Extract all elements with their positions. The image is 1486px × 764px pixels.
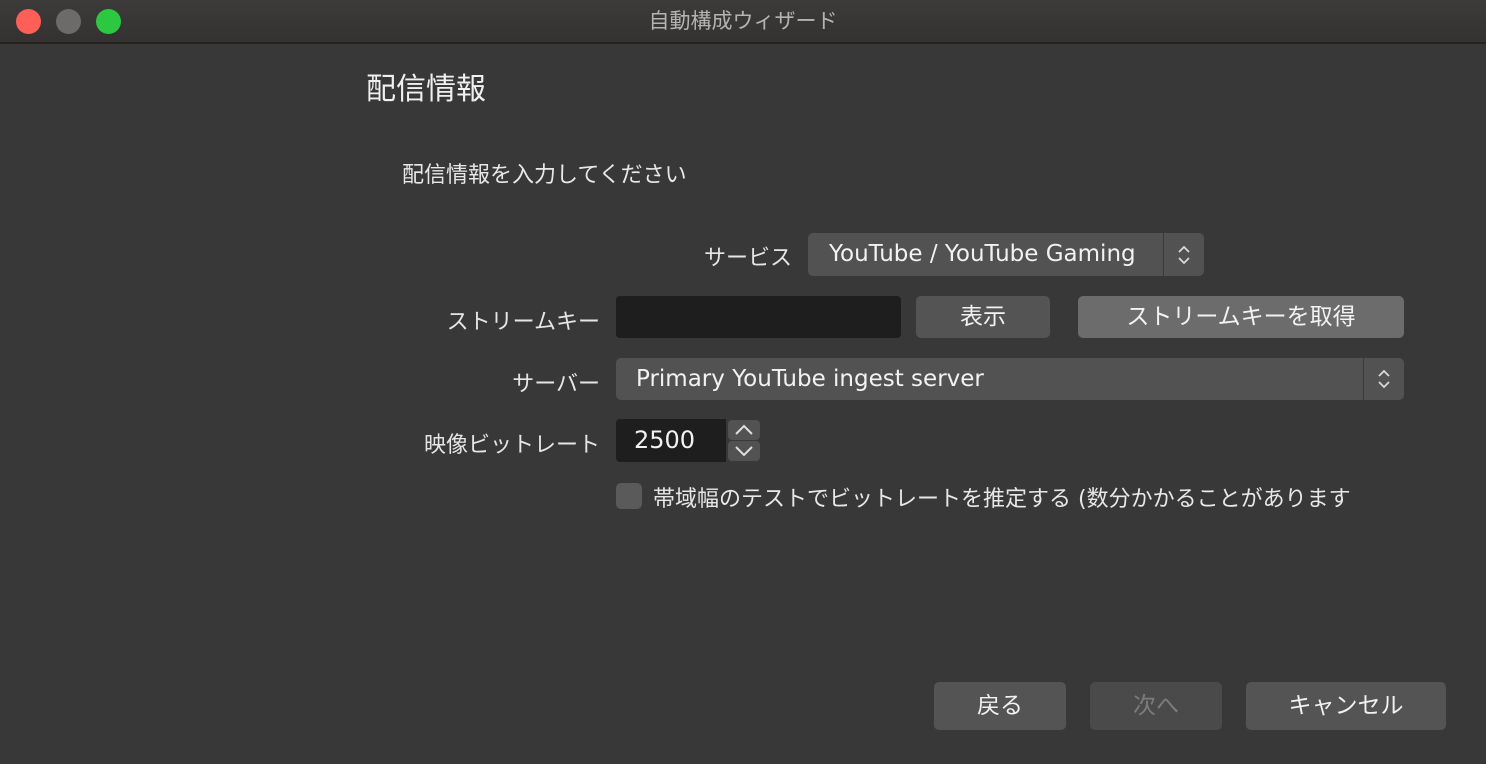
bitrate-decrement-button[interactable] [728,441,760,461]
close-window-button[interactable] [16,9,41,34]
server-select[interactable]: Primary YouTube ingest server [616,358,1404,400]
server-label: サーバー [512,372,600,397]
cancel-button[interactable]: キャンセル [1246,682,1446,730]
next-button[interactable]: 次へ [1090,682,1222,730]
page-title: 配信情報 [366,72,486,107]
service-select-value: YouTube / YouTube Gaming [829,241,1136,267]
wizard-window: 自動構成ウィザード 配信情報 配信情報を入力してください サービス YouTub… [0,0,1486,764]
bitrate-value: 2500 [634,426,696,454]
chevron-up-icon [735,424,753,435]
service-label: サービス [703,246,792,271]
title-bar: 自動構成ウィザード [0,0,1486,44]
get-stream-key-button[interactable]: ストリームキーを取得 [1078,296,1404,338]
service-select-arrows [1163,233,1204,276]
minimize-window-button[interactable] [56,9,81,34]
bandwidth-test-checkbox[interactable] [616,483,642,509]
stream-key-label: ストリームキー [446,310,600,335]
bitrate-spinbox[interactable]: 2500 [616,419,726,462]
show-key-button[interactable]: 表示 [916,296,1050,338]
window-title: 自動構成ウィザード [648,9,838,33]
bandwidth-test-label[interactable]: 帯域幅のテストでビットレートを推定する (数分かかることがあります [653,481,1420,513]
server-select-value: Primary YouTube ingest server [636,366,984,392]
page-subtitle: 配信情報を入力してください [402,163,687,188]
service-select[interactable]: YouTube / YouTube Gaming [808,233,1204,276]
stream-key-input[interactable] [616,296,901,338]
chevron-down-icon [735,446,753,457]
bitrate-label: 映像ビットレート [423,433,600,458]
server-select-arrows [1363,358,1404,400]
bitrate-increment-button[interactable] [728,420,760,440]
back-button[interactable]: 戻る [934,682,1066,730]
maximize-window-button[interactable] [96,9,121,34]
chevron-updown-icon [1378,369,1390,389]
chevron-updown-icon [1178,245,1190,264]
